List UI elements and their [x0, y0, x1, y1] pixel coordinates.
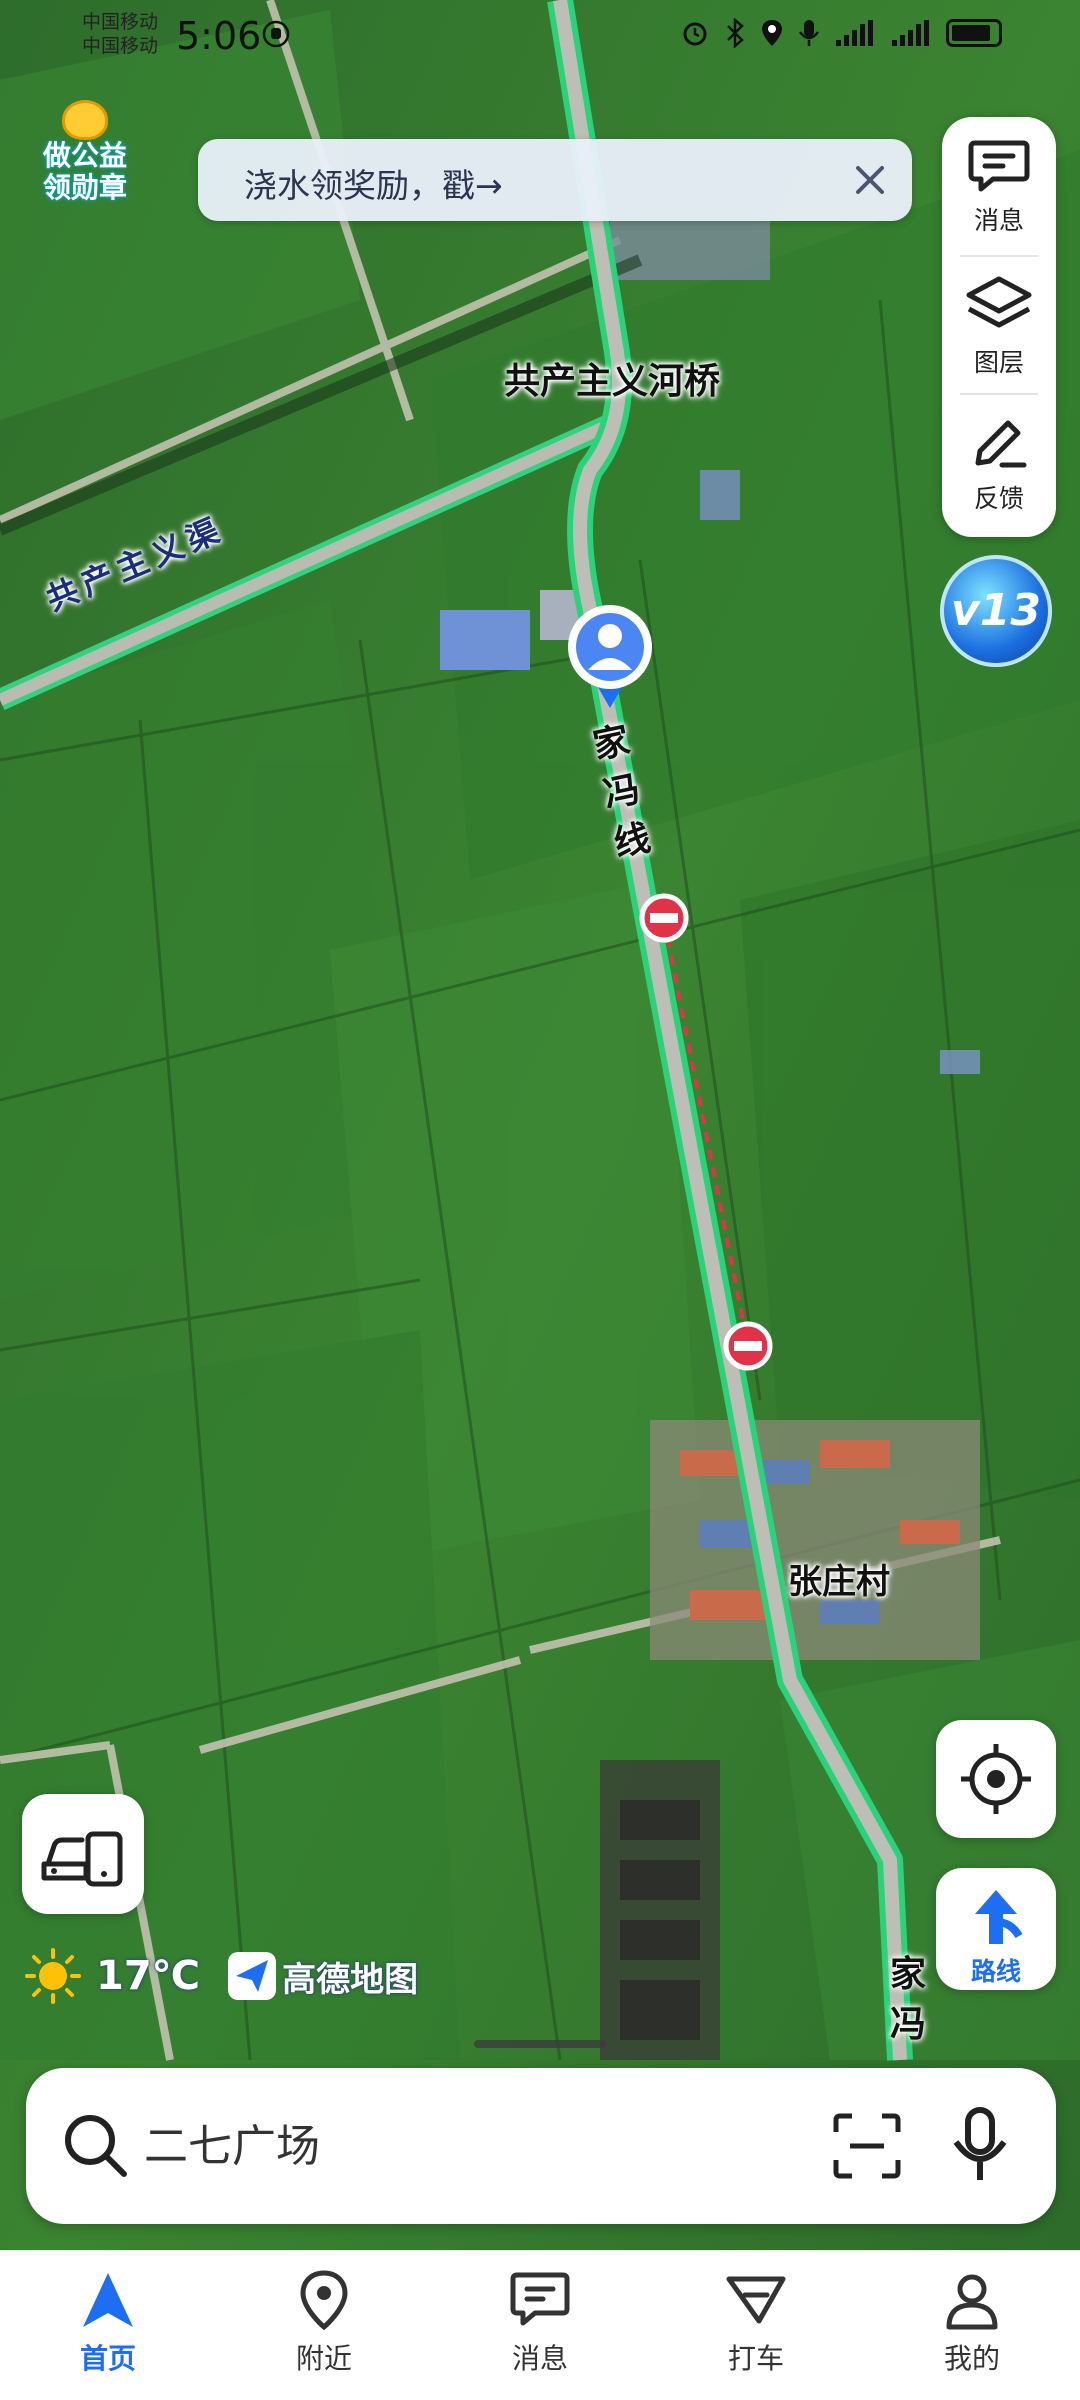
- nav-profile[interactable]: 我的: [864, 2251, 1080, 2400]
- layers-label: 图层: [973, 348, 1024, 377]
- nav-profile-label: 我的: [943, 2342, 1000, 2375]
- status-bar: 中国移动 中国移动 5:06: [0, 0, 1080, 72]
- nav-nearby[interactable]: 附近: [216, 2251, 432, 2400]
- map-pin-icon: [300, 2270, 348, 2331]
- microphone-icon[interactable]: [950, 2106, 1010, 2186]
- banner-text: 浇水领奖励，戳→: [244, 166, 503, 205]
- route-button[interactable]: 路线: [936, 1868, 1056, 1990]
- search-bar[interactable]: [26, 2068, 1056, 2224]
- sheet-handle[interactable]: [474, 2040, 606, 2048]
- chick-mascot-icon: [62, 100, 108, 140]
- route-arrow-icon: [975, 1890, 1023, 1944]
- signal-4g-icon: [836, 20, 873, 46]
- nav-taxi-label: 打车: [727, 2342, 784, 2375]
- map-tools-panel: 消息 图层 反馈: [942, 117, 1056, 537]
- layers-button[interactable]: 图层: [942, 255, 1056, 391]
- search-icon: [65, 2115, 127, 2177]
- hand-gesture-icon: [262, 20, 290, 48]
- route-label: 路线: [970, 1957, 1021, 1986]
- nav-messages-label: 消息: [511, 2342, 568, 2375]
- village-label: 张庄村: [788, 1562, 890, 1602]
- car-phone-button[interactable]: [22, 1794, 144, 1914]
- search-input[interactable]: [144, 2110, 784, 2182]
- alarm-icon: [683, 22, 707, 46]
- locate-me-button[interactable]: [936, 1720, 1056, 1838]
- carrier-1: 中国移动: [82, 11, 159, 33]
- charity-badge[interactable]: 做公益 领勋章: [30, 100, 140, 220]
- clock: 5:06: [176, 14, 262, 58]
- microphone-icon: [799, 20, 819, 46]
- nav-nearby-label: 附近: [295, 2342, 352, 2375]
- brand-name: 高德地图: [282, 1959, 419, 2000]
- signal-5g-icon: [892, 20, 929, 46]
- crosshair-icon: [961, 1744, 1031, 1814]
- nav-home[interactable]: 首页: [0, 2251, 216, 2400]
- status-icons: [680, 18, 1002, 48]
- feedback-button[interactable]: 反馈: [942, 393, 1056, 529]
- bluetooth-icon: [727, 18, 744, 48]
- sun-icon: [25, 1948, 81, 2004]
- road-name-label-bottom: 家 冯: [889, 1954, 926, 2045]
- road-closure-marker[interactable]: [723, 1321, 773, 1371]
- carrier-names: 中国移动 中国移动: [82, 10, 158, 58]
- weather-widget: 17℃ 高德地图: [24, 1946, 418, 2006]
- reward-banner[interactable]: 浇水领奖励，戳→: [198, 139, 912, 221]
- feedback-label: 反馈: [973, 484, 1024, 513]
- home-navigation-icon: [83, 2273, 133, 2327]
- bridge-label: 共产主义河桥: [504, 361, 721, 402]
- location-icon: [762, 20, 782, 46]
- taxi-flag-icon: [726, 2276, 786, 2324]
- nav-taxi[interactable]: 打车: [648, 2251, 864, 2400]
- version-badge[interactable]: v13: [940, 555, 1052, 667]
- message-icon: [968, 140, 1030, 192]
- temperature: 17℃: [96, 1953, 201, 1999]
- amap-logo-icon: [228, 1952, 277, 2000]
- profile-icon: [946, 2274, 998, 2330]
- road-closure-marker[interactable]: [639, 893, 689, 943]
- edit-pencil-icon: [975, 420, 1027, 468]
- nav-home-label: 首页: [79, 2342, 136, 2375]
- layers-icon: [966, 276, 1032, 328]
- messages-button[interactable]: 消息: [942, 117, 1056, 253]
- badge-line-2: 领勋章: [42, 171, 127, 204]
- bottom-navigation: 首页 附近 消息 打车 我的: [0, 2250, 1080, 2400]
- scan-icon[interactable]: [832, 2112, 902, 2180]
- message-icon: [510, 2272, 570, 2326]
- battery-icon: [946, 19, 1002, 47]
- messages-label: 消息: [973, 206, 1024, 235]
- close-icon[interactable]: [842, 152, 898, 208]
- car-phone-icon: [41, 1831, 123, 1887]
- carrier-2: 中国移动: [82, 35, 159, 57]
- nav-messages[interactable]: 消息: [432, 2251, 648, 2400]
- badge-line-1: 做公益: [42, 139, 127, 172]
